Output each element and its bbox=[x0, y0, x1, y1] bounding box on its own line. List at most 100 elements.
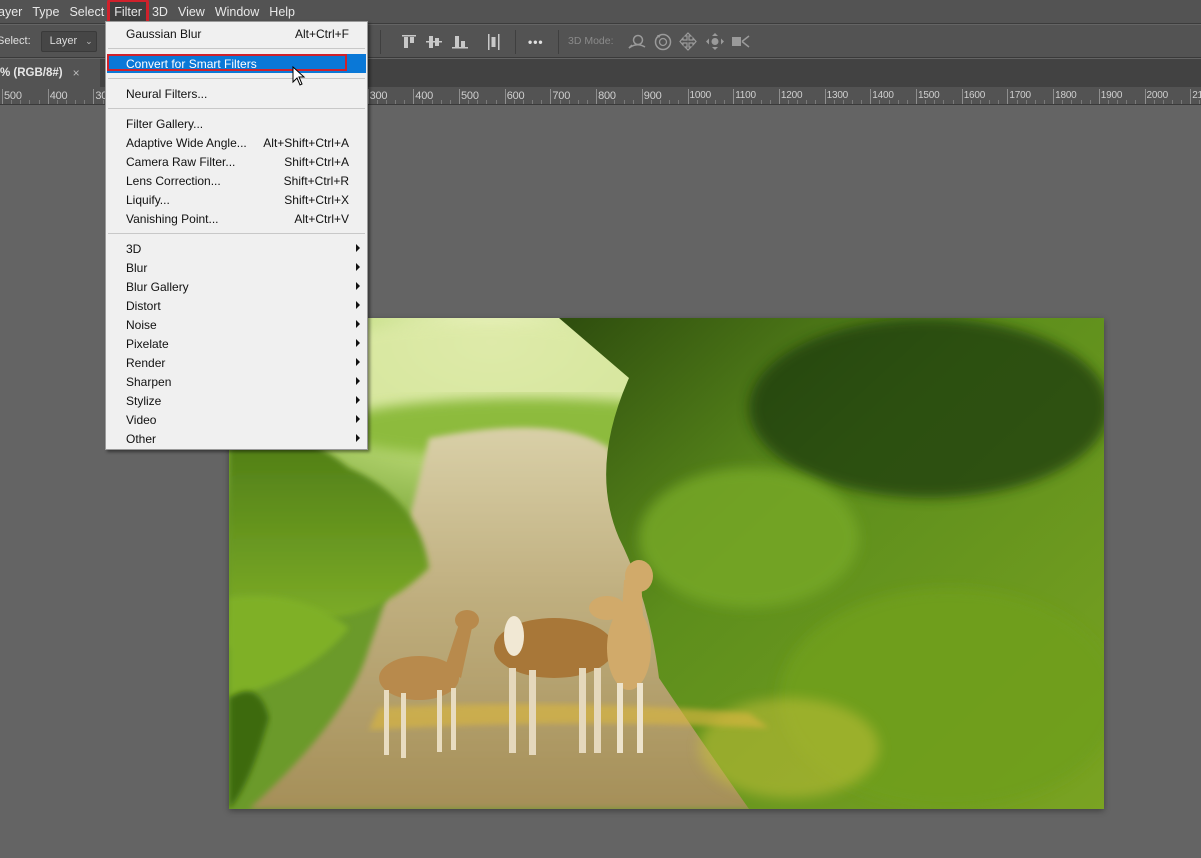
ruler-minor-tick bbox=[404, 100, 406, 104]
submenu-arrow-icon bbox=[356, 358, 360, 366]
menu-separator bbox=[108, 108, 365, 109]
ruler-minor-tick bbox=[788, 100, 790, 104]
menu-window[interactable]: Window bbox=[210, 1, 264, 23]
menu-item-vanishing-point[interactable]: Vanishing Point... Alt+Ctrl+V bbox=[107, 209, 366, 228]
ruler-tick-label: 400 bbox=[49, 90, 68, 102]
menu-select[interactable]: Select bbox=[64, 1, 109, 23]
menu-layer[interactable]: ayer bbox=[0, 1, 27, 23]
menu-item-filter-gallery[interactable]: Filter Gallery... bbox=[107, 114, 366, 133]
menu-filter[interactable]: Filter bbox=[107, 0, 149, 25]
ruler-tick-label: 400 bbox=[415, 90, 434, 102]
ruler-minor-tick bbox=[1117, 100, 1119, 104]
menu-item-camera-raw-filter[interactable]: Camera Raw Filter... Shift+Ctrl+A bbox=[107, 152, 366, 171]
submenu-arrow-icon bbox=[356, 244, 360, 252]
ruler-minor-tick bbox=[422, 100, 424, 104]
ruler-major-tick bbox=[596, 89, 598, 104]
ruler-major-tick bbox=[1190, 89, 1192, 104]
ruler-tick-label: 600 bbox=[506, 90, 525, 102]
menu-item-pixelate[interactable]: Pixelate bbox=[107, 334, 366, 353]
ruler-minor-tick bbox=[815, 100, 817, 104]
menu-separator bbox=[108, 78, 365, 79]
ruler-major-tick bbox=[413, 89, 415, 104]
orbit-3d-icon[interactable] bbox=[627, 33, 647, 51]
ruler-minor-tick bbox=[495, 100, 497, 104]
ruler-minor-tick bbox=[56, 100, 58, 104]
ruler-major-tick bbox=[733, 89, 735, 104]
menu-item-lens-correction[interactable]: Lens Correction... Shift+Ctrl+R bbox=[107, 171, 366, 190]
ruler-minor-tick bbox=[705, 100, 707, 104]
close-icon[interactable]: × bbox=[73, 66, 80, 80]
submenu-arrow-icon bbox=[356, 415, 360, 423]
ruler-major-tick bbox=[93, 89, 95, 104]
menu-item-label: Blur Gallery bbox=[126, 279, 189, 294]
ruler-tick-label: 700 bbox=[552, 90, 571, 102]
menu-item-label: Filter Gallery... bbox=[126, 116, 204, 131]
submenu-arrow-icon bbox=[356, 377, 360, 385]
menu-item-neural-filters[interactable]: Neural Filters... bbox=[107, 84, 366, 103]
menu-item-label: Adaptive Wide Angle... bbox=[126, 135, 247, 150]
auto-select-dropdown[interactable]: Layer ⌄ bbox=[40, 30, 97, 52]
scale-3d-icon[interactable] bbox=[732, 35, 752, 49]
menu-item-convert-for-smart-filters[interactable]: Convert for Smart Filters bbox=[107, 54, 366, 73]
menu-item-label: Blur bbox=[126, 260, 148, 275]
ruler-minor-tick bbox=[1107, 100, 1109, 104]
ruler-minor-tick bbox=[532, 100, 534, 104]
menu-item-liquify[interactable]: Liquify... Shift+Ctrl+X bbox=[107, 190, 366, 209]
menu-item-render[interactable]: Render bbox=[107, 353, 366, 372]
menu-item-3d[interactable]: 3D bbox=[107, 239, 366, 258]
menu-help[interactable]: Help bbox=[264, 1, 300, 23]
align-vertical-centers-icon[interactable] bbox=[426, 34, 442, 50]
menu-item-sharpen[interactable]: Sharpen bbox=[107, 372, 366, 391]
menu-view[interactable]: View bbox=[173, 1, 210, 23]
menu-item-label: Camera Raw Filter... bbox=[126, 154, 236, 169]
menu-item-noise[interactable]: Noise bbox=[107, 315, 366, 334]
ruler-minor-tick bbox=[979, 100, 981, 104]
ruler-minor-tick bbox=[769, 100, 771, 104]
menu-3d[interactable]: 3D bbox=[147, 1, 173, 23]
menu-item-other[interactable]: Other bbox=[107, 429, 366, 448]
ruler-minor-tick bbox=[943, 100, 945, 104]
menu-item-video[interactable]: Video bbox=[107, 410, 366, 429]
ruler-major-tick bbox=[870, 89, 872, 104]
more-options-button[interactable]: ••• bbox=[528, 35, 544, 49]
menu-type[interactable]: Type bbox=[27, 1, 64, 23]
document-tab[interactable]: % (RGB/8#) × bbox=[0, 59, 100, 87]
align-bottom-edges-icon[interactable] bbox=[452, 34, 468, 50]
menu-item-shortcut: Alt+Ctrl+F bbox=[294, 26, 349, 41]
ruler-major-tick bbox=[778, 89, 780, 104]
menu-item-gaussian-blur[interactable]: Gaussian Blur Alt+Ctrl+F bbox=[107, 24, 366, 43]
ruler-minor-tick bbox=[1062, 100, 1064, 104]
ruler-tick-label: 1400 bbox=[872, 90, 894, 101]
menu-item-distort[interactable]: Distort bbox=[107, 296, 366, 315]
ruler-minor-tick bbox=[879, 100, 881, 104]
ruler-minor-tick bbox=[1171, 100, 1173, 104]
ruler-minor-tick bbox=[395, 100, 397, 104]
ruler-minor-tick bbox=[29, 100, 31, 104]
ruler-tick-label: 300 bbox=[369, 90, 388, 102]
submenu-arrow-icon bbox=[356, 396, 360, 404]
slide-3d-icon[interactable] bbox=[705, 32, 725, 51]
menu-item-adaptive-wide-angle[interactable]: Adaptive Wide Angle... Alt+Shift+Ctrl+A bbox=[107, 133, 366, 152]
menu-item-label: Stylize bbox=[126, 393, 162, 408]
ruler-tick-label: 1800 bbox=[1055, 90, 1077, 101]
ruler-minor-tick bbox=[1126, 100, 1128, 104]
menu-item-blur-gallery[interactable]: Blur Gallery bbox=[107, 277, 366, 296]
ruler-minor-tick bbox=[724, 100, 726, 104]
pan-3d-icon[interactable] bbox=[679, 32, 697, 51]
submenu-arrow-icon bbox=[356, 320, 360, 328]
align-top-edges-icon[interactable] bbox=[402, 34, 416, 50]
ruler-minor-tick bbox=[486, 100, 488, 104]
roll-3d-icon[interactable] bbox=[654, 32, 672, 51]
menu-item-blur[interactable]: Blur bbox=[107, 258, 366, 277]
ruler-tick-label: 900 bbox=[643, 90, 662, 102]
menu-item-label: Gaussian Blur bbox=[126, 26, 202, 41]
distribute-horizontal-icon[interactable] bbox=[487, 34, 501, 50]
3d-mode-label: 3D Mode: bbox=[568, 35, 614, 47]
ruler-minor-tick bbox=[65, 100, 67, 104]
ruler-minor-tick bbox=[696, 100, 698, 104]
menu-item-stylize[interactable]: Stylize bbox=[107, 391, 366, 410]
menu-item-shortcut: Shift+Ctrl+R bbox=[283, 173, 349, 188]
menu-item-shortcut: Alt+Ctrl+V bbox=[294, 211, 349, 226]
ruler-minor-tick bbox=[431, 100, 433, 104]
ruler-minor-tick bbox=[751, 100, 753, 104]
